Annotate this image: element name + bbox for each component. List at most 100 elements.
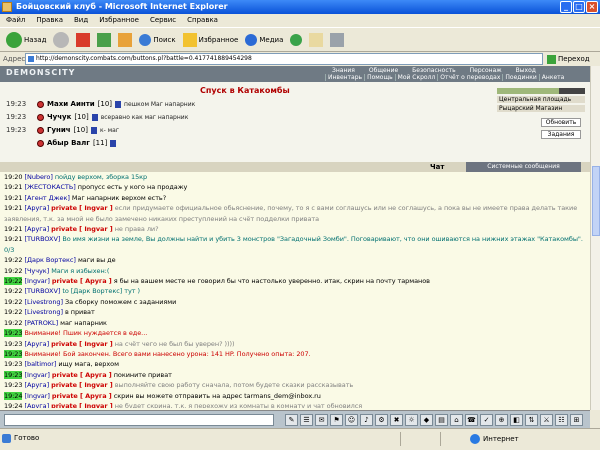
search-button[interactable]: Поиск [137, 30, 177, 50]
chat-tool-icon[interactable]: ✓ [480, 414, 493, 426]
chat-nick[interactable]: [Аруга] [25, 340, 50, 348]
chat-tool-icon[interactable]: ☰ [300, 414, 313, 426]
chat-nick[interactable]: [Чучук] [25, 267, 50, 275]
chat-tool-icon[interactable]: ☺ [345, 414, 358, 426]
side-link-square[interactable]: Центральная площадь [497, 96, 585, 103]
chat-tool-icon[interactable]: ◆ [420, 414, 433, 426]
chat-time[interactable]: 19:24 [4, 391, 23, 400]
chat-nick[interactable]: [Аруга] [25, 402, 50, 408]
chat-time[interactable]: 19:21 [4, 204, 23, 212]
chat-nick[interactable]: [Агент Джек] [25, 194, 70, 202]
game-subnav-link[interactable]: Поединки [502, 74, 538, 81]
chat-time[interactable]: 19:22 [4, 308, 23, 316]
chat-tool-icon[interactable]: ✉ [315, 414, 328, 426]
chat-tool-icon[interactable]: ✖ [390, 414, 403, 426]
print-button[interactable] [328, 30, 346, 50]
info-icon[interactable] [115, 100, 122, 108]
chat-nick[interactable]: [Livestrong] [25, 308, 63, 316]
chat-private-tag[interactable]: private [ Ingvar ] [51, 381, 113, 389]
mail-button[interactable] [307, 30, 325, 50]
chat-tool-icon[interactable]: ⊕ [495, 414, 508, 426]
game-subnav-link[interactable]: Отчёт о переводах [437, 74, 502, 81]
chat-private-tag[interactable]: private [ Аруга ] [52, 277, 112, 285]
menu-item[interactable]: Вид [74, 14, 88, 27]
chat-private-tag[interactable]: private [ Ingvar ] [51, 340, 113, 348]
fighter-name[interactable]: Махи Аинти [47, 100, 95, 108]
chat-time[interactable]: 19:22 [4, 319, 23, 327]
chat-nick[interactable]: [Аруга] [25, 225, 50, 233]
close-button[interactable]: × [586, 1, 598, 13]
tab-system-messages[interactable]: Системные сообщения [466, 162, 581, 172]
chat-time[interactable]: 19:21 [4, 194, 23, 202]
menu-item[interactable]: Сервис [150, 14, 176, 27]
chat-nick[interactable]: [Аруга] [25, 204, 50, 212]
menu-item[interactable]: Файл [6, 14, 25, 27]
chat-nick[interactable]: [PATROKL] [25, 319, 59, 327]
minimize-button[interactable]: _ [560, 1, 572, 13]
chat-nick[interactable]: [Аруга] [25, 381, 50, 389]
game-subnav-link[interactable]: Мой Скролл [394, 74, 438, 81]
history-button[interactable] [288, 30, 304, 50]
menu-item[interactable]: Правка [36, 14, 63, 27]
chat-tool-icon[interactable]: ☎ [465, 414, 478, 426]
chat-time[interactable]: 19:23 [4, 340, 23, 348]
chat-tool-icon[interactable]: ⚙ [375, 414, 388, 426]
tasks-button[interactable]: Задания [541, 130, 581, 139]
chat-nick[interactable]: [Livestrong] [25, 298, 63, 306]
forward-button[interactable] [51, 30, 71, 50]
favorites-button[interactable]: Избранное [181, 30, 241, 50]
menu-item[interactable]: Избранное [99, 14, 139, 27]
game-nav-link[interactable]: Безопасность [405, 67, 463, 74]
chat-tool-icon[interactable]: ♪ [360, 414, 373, 426]
chat-private-tag[interactable]: private [ Аруга ] [52, 392, 112, 400]
chat-time[interactable]: 19:21 [4, 235, 23, 243]
refresh-button[interactable] [95, 30, 113, 50]
chat-input[interactable] [4, 414, 274, 426]
chat-time[interactable]: 19:20 [4, 173, 23, 181]
info-icon[interactable] [90, 126, 97, 134]
game-nav-link[interactable]: Выход [509, 67, 543, 74]
chat-nick[interactable]: [Nubero] [25, 173, 53, 181]
chat-tool-icon[interactable]: ⚔ [540, 414, 553, 426]
chat-time[interactable]: 19:21 [4, 225, 23, 233]
fighter-name[interactable]: Гунич [47, 126, 71, 134]
chat-tool-icon[interactable]: ☷ [555, 414, 568, 426]
fighter-row[interactable]: 19:23 Чучук [10] всеравно как маг напарник [6, 113, 188, 121]
game-nav-link[interactable]: Общение [362, 67, 405, 74]
chat-tool-icon[interactable]: ⚑ [330, 414, 343, 426]
media-button[interactable]: Медиа [243, 30, 285, 50]
go-button[interactable]: Переход [547, 52, 590, 66]
chat-nick[interactable]: [Ingvar] [25, 277, 50, 285]
fighter-row[interactable]: 19:23 Гунич [10] к- маг [6, 126, 119, 134]
chat-time[interactable]: 19:22 [4, 277, 23, 286]
maximize-button[interactable]: □ [573, 1, 585, 13]
chat-private-tag[interactable]: private [ Ingvar ] [51, 204, 113, 212]
info-icon[interactable] [110, 139, 117, 147]
game-subnav-link[interactable]: Анкета [538, 74, 567, 81]
chat-tool-icon[interactable]: ⌂ [450, 414, 463, 426]
game-nav-link[interactable]: Знания [325, 67, 362, 74]
side-link-shop[interactable]: Рыцарский Магазин [497, 105, 585, 112]
refresh-game-button[interactable]: Обновить [541, 118, 581, 127]
chat-time[interactable]: 19:22 [4, 256, 23, 264]
chat-time[interactable]: 19:22 [4, 298, 23, 306]
chat-tool-icon[interactable]: ☼ [405, 414, 418, 426]
fighter-row[interactable]: 19:23 Махи Аинти [10] пешком Маг напарник [6, 100, 195, 108]
game-subnav-link[interactable]: Помощь [364, 74, 395, 81]
chat-time[interactable]: 19:23 [4, 381, 23, 389]
fighter-row[interactable]: Абыр Валг [11] [6, 139, 119, 147]
home-button[interactable] [116, 30, 134, 50]
chat-tool-icon[interactable]: ◧ [510, 414, 523, 426]
fighter-name[interactable]: Чучук [47, 113, 71, 121]
chat-time[interactable]: 19:21 [4, 183, 23, 191]
back-button[interactable]: Назад [4, 30, 48, 50]
game-nav-link[interactable]: Персонаж [463, 67, 509, 74]
chat-private-tag[interactable]: private [ Аруга ] [52, 371, 112, 379]
tab-chat[interactable]: Чат [430, 163, 444, 171]
menu-item[interactable]: Справка [187, 14, 218, 27]
chat-time[interactable]: 19:23 [4, 349, 23, 358]
chat-time[interactable]: 19:22 [4, 267, 23, 275]
chat-tool-icon[interactable]: ⊞ [570, 414, 583, 426]
chat-time[interactable]: 19:24 [4, 402, 23, 408]
chat-private-tag[interactable]: private [ Ingvar ] [51, 402, 113, 408]
